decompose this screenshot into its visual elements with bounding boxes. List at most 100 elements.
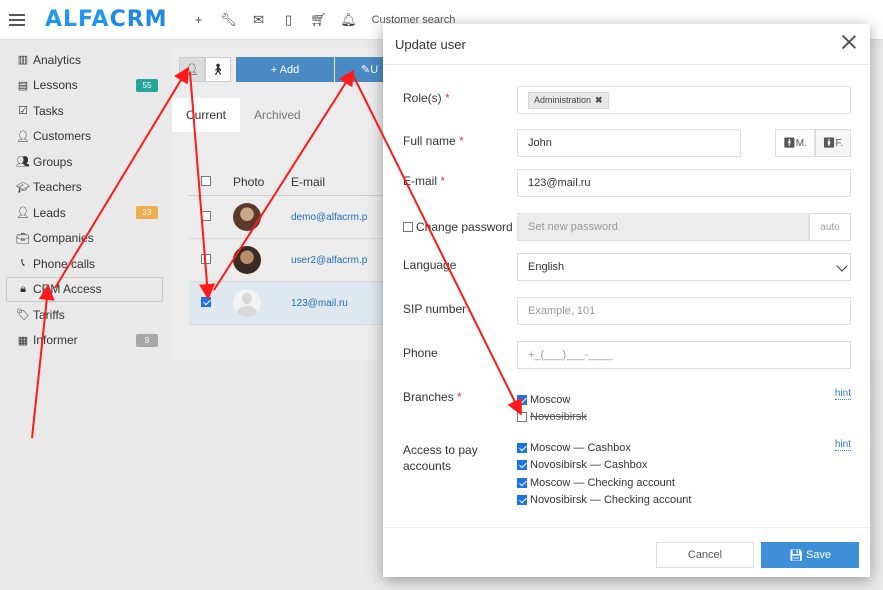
branch-moscow[interactable]: Moscow bbox=[517, 391, 570, 408]
roles-select[interactable]: Administration ✖ bbox=[517, 86, 851, 114]
sidebar-item-phone-calls[interactable]: 📞︎ Phone calls bbox=[0, 251, 170, 277]
sidebar-item-teachers[interactable]: 🎓︎ Teachers bbox=[0, 175, 170, 201]
pay-account-checkbox[interactable] bbox=[517, 494, 527, 505]
remove-tag-icon[interactable]: ✖ bbox=[595, 95, 603, 105]
sidebar: ▥ Analytics ▤ Lessons 55 ☑ Tasks 👤︎ Customers… bbox=[0, 47, 170, 353]
dialog-title: Update user bbox=[395, 36, 466, 52]
save-button[interactable]: 💾︎ Save bbox=[761, 542, 859, 568]
pay-account-item[interactable]: Novosibirsk — Checking account bbox=[517, 491, 691, 508]
user-icon: 👤︎ bbox=[16, 130, 30, 143]
pay-account-item[interactable]: Moscow — Cashbox bbox=[517, 439, 631, 456]
users-icon: 👥︎ bbox=[16, 156, 30, 169]
roles-label: Role(s) * bbox=[403, 91, 450, 105]
hamburger-menu-icon[interactable] bbox=[9, 13, 25, 26]
sidebar-item-lessons[interactable]: ▤ Lessons 55 bbox=[0, 73, 170, 99]
row-checkbox[interactable] bbox=[201, 297, 211, 307]
app-logo[interactable]: ALFACRM bbox=[45, 7, 168, 32]
row-email: demo@alfacrm.p bbox=[291, 211, 368, 223]
pay-account-checkbox[interactable] bbox=[517, 477, 527, 488]
role-tag: Administration ✖ bbox=[528, 91, 609, 109]
dialog-footer: Cancel 💾︎ Save bbox=[383, 527, 870, 577]
sidebar-item-tasks[interactable]: ☑ Tasks bbox=[0, 98, 170, 124]
branches-label: Branches * bbox=[403, 390, 462, 404]
briefcase-icon: 💼︎ bbox=[16, 232, 30, 245]
chart-icon: ▥ bbox=[17, 54, 29, 67]
newspaper-icon: ▦ bbox=[17, 334, 29, 347]
avatar bbox=[233, 203, 261, 231]
update-user-dialog: Update user Role(s) * Administration ✖ Fu… bbox=[383, 24, 870, 577]
pay-accounts-hint-link[interactable]: hint bbox=[834, 439, 851, 451]
lessons-count-badge: 55 bbox=[136, 78, 158, 92]
sidebar-item-groups[interactable]: 👥︎ Groups bbox=[0, 149, 170, 175]
plus-icon[interactable]: + bbox=[184, 12, 214, 27]
user-plus-icon: 👤︎ bbox=[16, 207, 30, 220]
pencil-icon: ✎ bbox=[361, 64, 371, 76]
sidebar-item-analytics[interactable]: ▥ Analytics bbox=[0, 47, 170, 73]
tab-current[interactable]: Current bbox=[172, 98, 241, 132]
close-icon[interactable] bbox=[840, 33, 858, 51]
fullname-input[interactable]: John bbox=[517, 129, 741, 157]
branches-hint-link[interactable]: hint bbox=[834, 388, 851, 400]
wrench-icon[interactable]: 🔧︎ bbox=[214, 12, 244, 28]
branch-novosibirsk[interactable]: Novosibirsk bbox=[517, 408, 587, 425]
column-header-photo: Photo bbox=[233, 174, 265, 189]
sidebar-item-companies[interactable]: 💼︎ Companies bbox=[0, 226, 170, 252]
row-checkbox[interactable] bbox=[201, 211, 211, 221]
pay-accounts-label: Access to pay accounts bbox=[403, 443, 478, 473]
change-password-toggle[interactable]: Change password bbox=[403, 220, 513, 234]
gender-female-button[interactable]: 🚺︎ F. bbox=[815, 129, 851, 157]
graduation-cap-icon: 🎓︎ bbox=[16, 181, 30, 194]
language-select[interactable]: English bbox=[517, 253, 851, 281]
tab-archived[interactable]: Archived bbox=[240, 98, 315, 132]
fullname-label: Full name * bbox=[403, 134, 464, 148]
add-button[interactable]: + Add bbox=[236, 57, 334, 82]
tag-icon: 🏷︎ bbox=[16, 309, 30, 322]
mail-icon[interactable]: ✉ bbox=[244, 12, 274, 28]
mobile-icon[interactable]: ▯ bbox=[274, 12, 304, 28]
avatar bbox=[233, 246, 261, 274]
row-email: user2@alfacrm.p bbox=[291, 254, 368, 266]
tabs: Current Archived bbox=[172, 98, 315, 132]
lock-icon: 🔒︎ bbox=[20, 282, 26, 295]
female-icon: 🚺︎ bbox=[822, 137, 836, 149]
phone-icon: 📞︎ bbox=[21, 257, 25, 270]
sidebar-item-tariffs[interactable]: 🏷︎ Tariffs bbox=[0, 302, 170, 328]
auto-password-button: auto bbox=[809, 213, 851, 241]
change-password-checkbox[interactable] bbox=[403, 222, 413, 232]
branch-moscow-checkbox[interactable] bbox=[517, 394, 527, 405]
leads-count-badge: 23 bbox=[136, 206, 158, 219]
single-user-icon[interactable]: 👤︎ bbox=[179, 57, 205, 82]
sidebar-item-leads[interactable]: 👤︎ Leads 23 bbox=[0, 200, 170, 226]
user-type-toggle: 👤︎ 🚶︎ bbox=[179, 57, 231, 82]
bell-icon[interactable]: 🔔︎ bbox=[334, 12, 364, 28]
email-field[interactable]: 123@mail.ru bbox=[517, 169, 851, 197]
row-checkbox[interactable] bbox=[201, 254, 211, 264]
gender-male-button[interactable]: 🚹︎ M. bbox=[775, 129, 815, 157]
phone-input[interactable]: +_(___)___-____ bbox=[517, 341, 851, 369]
chevron-down-icon bbox=[836, 260, 848, 272]
pay-account-item[interactable]: Novosibirsk — Cashbox bbox=[517, 456, 647, 473]
cancel-button[interactable]: Cancel bbox=[656, 542, 754, 568]
floppy-disk-icon: 💾︎ bbox=[788, 549, 803, 562]
select-all-checkbox[interactable] bbox=[201, 175, 211, 186]
dialog-header: Update user bbox=[383, 24, 870, 65]
pay-account-checkbox[interactable] bbox=[517, 459, 527, 470]
person-icon[interactable]: 🚶︎ bbox=[205, 57, 231, 82]
column-header-email: E-mail bbox=[291, 174, 326, 189]
sip-number-input[interactable]: Example, 101 bbox=[517, 297, 851, 325]
tasks-icon: ☑ bbox=[18, 105, 28, 118]
language-label: Language bbox=[403, 258, 457, 272]
branch-novosibirsk-checkbox[interactable] bbox=[517, 411, 527, 422]
phone-label: Phone bbox=[403, 346, 438, 360]
sidebar-item-informer[interactable]: ▦ Informer 9 bbox=[0, 328, 170, 354]
sidebar-item-crm-access[interactable]: 🔒︎ CRM Access bbox=[6, 276, 163, 302]
informer-count-badge: 9 bbox=[136, 333, 158, 347]
pay-account-checkbox[interactable] bbox=[517, 442, 527, 453]
cart-icon[interactable]: 🛒︎ bbox=[304, 12, 334, 28]
male-icon: 🚹︎ bbox=[783, 137, 796, 149]
sidebar-item-customers[interactable]: 👤︎ Customers bbox=[0, 124, 170, 150]
calendar-icon: ▤ bbox=[17, 79, 29, 92]
avatar-placeholder bbox=[233, 289, 261, 317]
pay-account-item[interactable]: Moscow — Checking account bbox=[517, 474, 675, 491]
password-input: Set new password bbox=[517, 213, 809, 241]
